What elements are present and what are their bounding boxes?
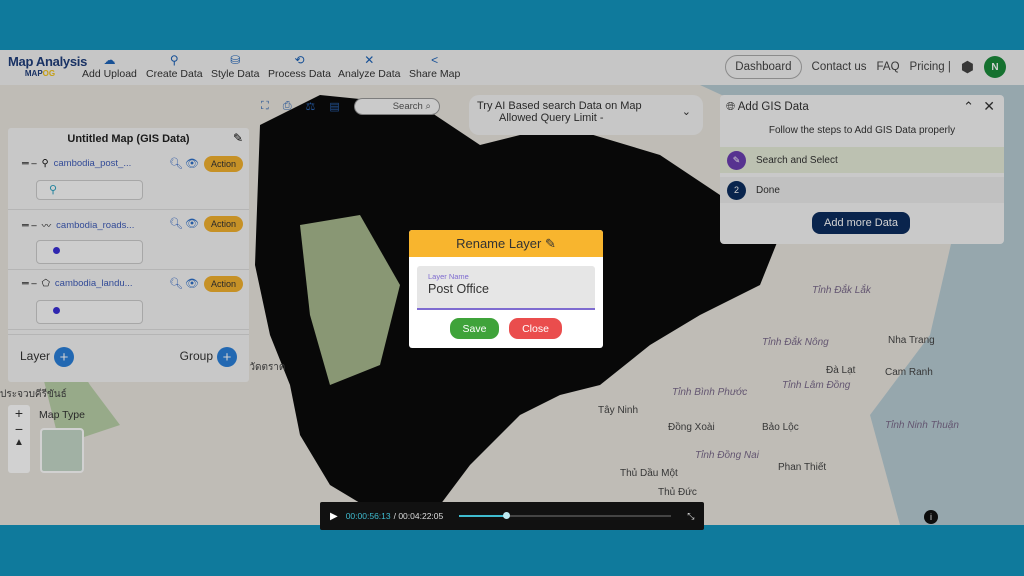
close-button[interactable]: Close [509, 318, 562, 339]
rename-layer-dialog: Rename Layer ✎ Layer Name Post Office Sa… [409, 230, 603, 348]
play-icon[interactable]: ▶ [330, 511, 338, 522]
seek-handle[interactable] [502, 512, 510, 519]
exit-fullscreen-icon[interactable]: ⤡ [687, 511, 694, 522]
save-button[interactable]: Save [450, 318, 499, 339]
video-controls: ▶ 00:00:56:13 / 00:04:22:05 ⤡ [320, 502, 704, 530]
pencil-icon: ✎ [545, 236, 556, 251]
video-seek-bar[interactable] [459, 512, 672, 519]
layer-name-input[interactable]: Layer Name Post Office [417, 266, 595, 310]
app-window: Map Analysis MAPOG ☁ Add Upload ⚲ Create Da… [0, 50, 1024, 525]
